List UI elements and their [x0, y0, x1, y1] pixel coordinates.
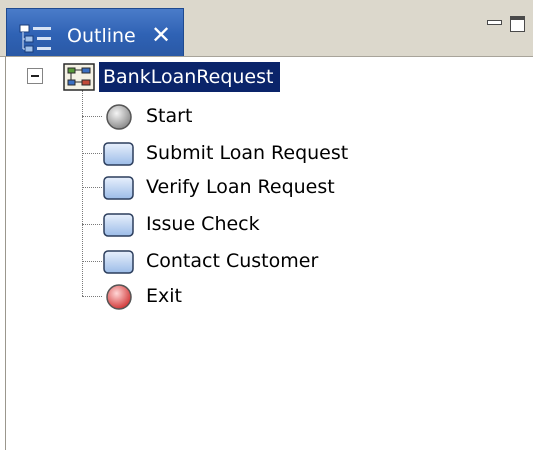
tree-node-label: Start	[146, 105, 193, 127]
start-event-icon	[106, 104, 132, 130]
minimize-icon[interactable]	[486, 16, 502, 30]
tree-connector	[82, 187, 102, 188]
tree-connector	[82, 261, 102, 262]
close-icon[interactable]: ✕	[147, 21, 175, 49]
tree-node-label: Exit	[146, 285, 182, 307]
view-tab-bar: Outline ✕	[0, 0, 533, 57]
task-icon	[103, 142, 134, 166]
tab-outline-label: Outline	[67, 25, 136, 47]
outline-tree[interactable]: BankLoanRequest Start Submit Loan Reques…	[0, 56, 533, 450]
maximize-icon[interactable]	[510, 14, 528, 34]
tab-outline[interactable]: Outline ✕	[6, 8, 184, 56]
tree-node-label: Submit Loan Request	[146, 142, 349, 164]
tree-node-label: Verify Loan Request	[146, 176, 335, 198]
outline-icon	[19, 24, 51, 53]
tree-node-label: Contact Customer	[146, 250, 319, 272]
tree-node-label: Issue Check	[146, 213, 260, 235]
task-icon	[103, 176, 134, 200]
tree-connector	[82, 296, 102, 297]
tree-root-label[interactable]: BankLoanRequest	[99, 62, 281, 92]
end-event-icon	[106, 284, 132, 310]
tree-connector	[82, 153, 102, 154]
outline-view: Outline ✕ BankLoanRequest Start Submit L…	[0, 0, 533, 450]
tree-connector	[82, 116, 102, 117]
process-icon	[63, 63, 95, 91]
tree-connector	[82, 224, 102, 225]
task-icon	[103, 213, 134, 237]
tree-connector	[82, 90, 83, 296]
collapse-toggle[interactable]	[27, 68, 43, 84]
task-icon	[103, 250, 134, 274]
